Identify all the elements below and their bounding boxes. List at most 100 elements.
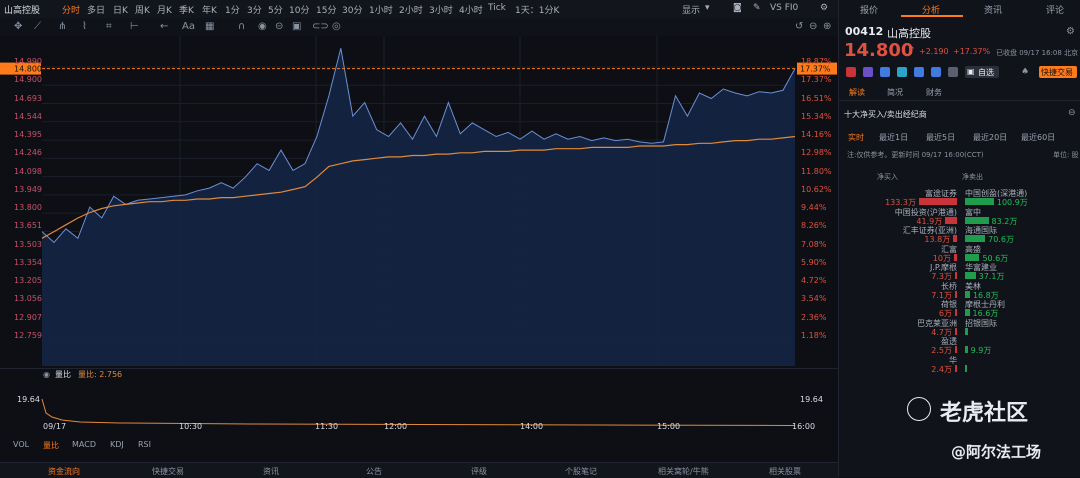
stock-title: 山高控股 [4,6,41,16]
add-watchlist-button[interactable]: ▣ 自选 [965,66,999,78]
zoom-out-icon[interactable]: ⊖ [809,21,817,32]
y-left-tick: 13.949 [14,184,42,194]
badge-icon[interactable] [931,67,941,77]
y-left-tick: 12.759 [14,331,42,340]
period-0[interactable]: 分时 [62,3,80,16]
range-tab-20d[interactable]: 最近20日 [973,132,1007,143]
y-right-tick: 12.98% [801,148,832,158]
tab-comments[interactable]: 评论 [1046,3,1064,16]
y-left-tick: 14.990 [14,57,42,66]
subtab-overview[interactable]: 简况 [887,87,903,98]
period-15[interactable]: 3小时 [429,3,453,16]
period-18[interactable]: 1天：1分K [515,3,559,16]
x-tick-5: 15:00 [657,422,681,431]
bell-icon[interactable]: ♠ [1021,67,1029,77]
sell-bar [965,364,967,372]
period-12[interactable]: 30分 [342,3,362,16]
period-17[interactable]: Tick [488,3,506,13]
subtab-interpret[interactable]: 解读 [849,87,865,98]
period-4[interactable]: 月K [157,3,172,16]
magnet-icon[interactable]: ∩ [238,21,245,32]
tab-news[interactable]: 资讯 [984,3,1002,16]
period-6[interactable]: 年K [202,3,217,16]
badge-icon[interactable] [914,67,924,77]
period-3[interactable]: 周K [135,3,150,16]
pattern-icon[interactable]: ⌗ [106,21,112,32]
bottom-tab-announcements[interactable]: 公告 [366,466,382,477]
bottom-tab-quick-trade[interactable]: 快捷交易 [152,466,184,477]
eye-icon[interactable]: ◉ [258,21,267,32]
pen-icon[interactable]: ✎ [753,3,761,13]
badge-icon[interactable] [863,67,873,77]
indicator-tab-kdj[interactable]: KDJ [110,440,124,449]
text-icon[interactable]: Aa [182,21,195,32]
indicator-tab-rsi[interactable]: RSI [138,440,151,449]
badge-icon[interactable] [948,67,958,77]
bottom-tab-notes[interactable]: 个股笔记 [565,466,597,477]
indicator-tab-macd[interactable]: MACD [72,440,96,449]
trendline-icon[interactable]: ⟋ [34,21,41,32]
period-13[interactable]: 1小时 [369,3,393,16]
watchlist-icon: ▣ [967,67,975,76]
settings-icon[interactable]: ⚙ [820,3,828,13]
range-tab-60d[interactable]: 最近60日 [1021,132,1055,143]
tiger-logo-icon [907,397,931,421]
range-tab-1d[interactable]: 最近1日 [879,132,908,143]
eye-icon[interactable]: ◉ [43,370,50,379]
buy-bar [955,364,957,372]
undo-icon[interactable]: ↺ [795,21,803,32]
sell-bar [965,235,986,242]
chevron-down-icon[interactable]: ▾ [705,3,710,13]
collapse-icon[interactable]: ⊖ [1068,108,1076,118]
stock-panel: 报价 分析 资讯 评论 00412 山高控股 ⚙ 14.800 ↑ +2.190… [838,0,1080,477]
tab-quote[interactable]: 报价 [860,3,878,16]
arrow-icon[interactable]: ← [160,21,168,32]
zoom-in-icon[interactable]: ⊕ [823,21,831,32]
compare-button[interactable]: VS FI0 [770,3,798,13]
bottom-tab-related[interactable]: 相关股票 [769,466,801,477]
ruler-icon[interactable]: ⊢ [130,21,139,32]
period-5[interactable]: 季K [179,3,194,16]
period-8[interactable]: 3分 [247,3,262,16]
quick-trade-button[interactable]: 快捷交易 [1039,66,1077,78]
price-chart[interactable]: 14.800 17.37% 14.990 14.900 14.693 14.544 14.… [0,36,838,368]
badge-icon[interactable] [846,67,856,77]
settings-icon[interactable]: ⚙ [1066,26,1075,37]
range-tab-realtime[interactable]: 实时 [848,132,864,143]
badge-icon[interactable] [880,67,890,77]
badge-icon[interactable] [897,67,907,77]
buy-bar [953,235,957,242]
period-14[interactable]: 2小时 [399,3,423,16]
period-7[interactable]: 1分 [225,3,240,16]
grid-icon[interactable]: ▦ [205,21,214,32]
period-1[interactable]: 多日 [87,3,105,16]
zigzag-icon[interactable]: ⌇ [82,21,87,32]
volume-ratio-line [41,398,796,426]
volume-ratio-panel: ◉ 量比 量比: 2.756 19.64 19.64 09/17 10:30 1… [0,368,838,439]
subtab-financials[interactable]: 财务 [926,87,942,98]
bottom-tab-capital-flow[interactable]: 资金流向 [48,466,80,477]
bottom-tab-news[interactable]: 资讯 [263,466,279,477]
period-10[interactable]: 10分 [289,3,309,16]
period-11[interactable]: 15分 [316,3,336,16]
period-16[interactable]: 4小时 [459,3,483,16]
range-tab-5d[interactable]: 最近5日 [926,132,955,143]
camera-icon[interactable]: ◙ [733,3,742,13]
period-2[interactable]: 日K [113,3,128,16]
y-left-tick: 13.205 [14,276,42,286]
period-9[interactable]: 5分 [268,3,283,16]
indicator-tab-vol[interactable]: VOL [13,440,29,449]
bottom-tab-warrants[interactable]: 相关窝轮/牛熊 [658,466,709,477]
sell-bar [965,253,980,261]
trash-icon[interactable]: ▣ [292,21,301,32]
indicator-tab-ratio[interactable]: 量比 [43,440,59,451]
crosshair-icon[interactable]: ✥ [14,21,22,32]
visibility-icon[interactable]: ◎ [332,21,341,32]
bottom-tab-rating[interactable]: 评级 [471,466,487,477]
display-button[interactable]: 显示 [682,3,700,16]
bottom-tabs: 资金流向 快捷交易 资讯 公告 评级 个股笔记 相关窝轮/牛熊 相关股票 [0,462,838,478]
lock-icon[interactable]: ⊝ [275,21,283,32]
link-icon[interactable]: ⊂⊃ [312,21,329,32]
broker-row: J.P.摩根 华富建业 7.3万 37.1万 [839,262,1080,281]
fork-icon[interactable]: ⋔ [58,21,66,32]
